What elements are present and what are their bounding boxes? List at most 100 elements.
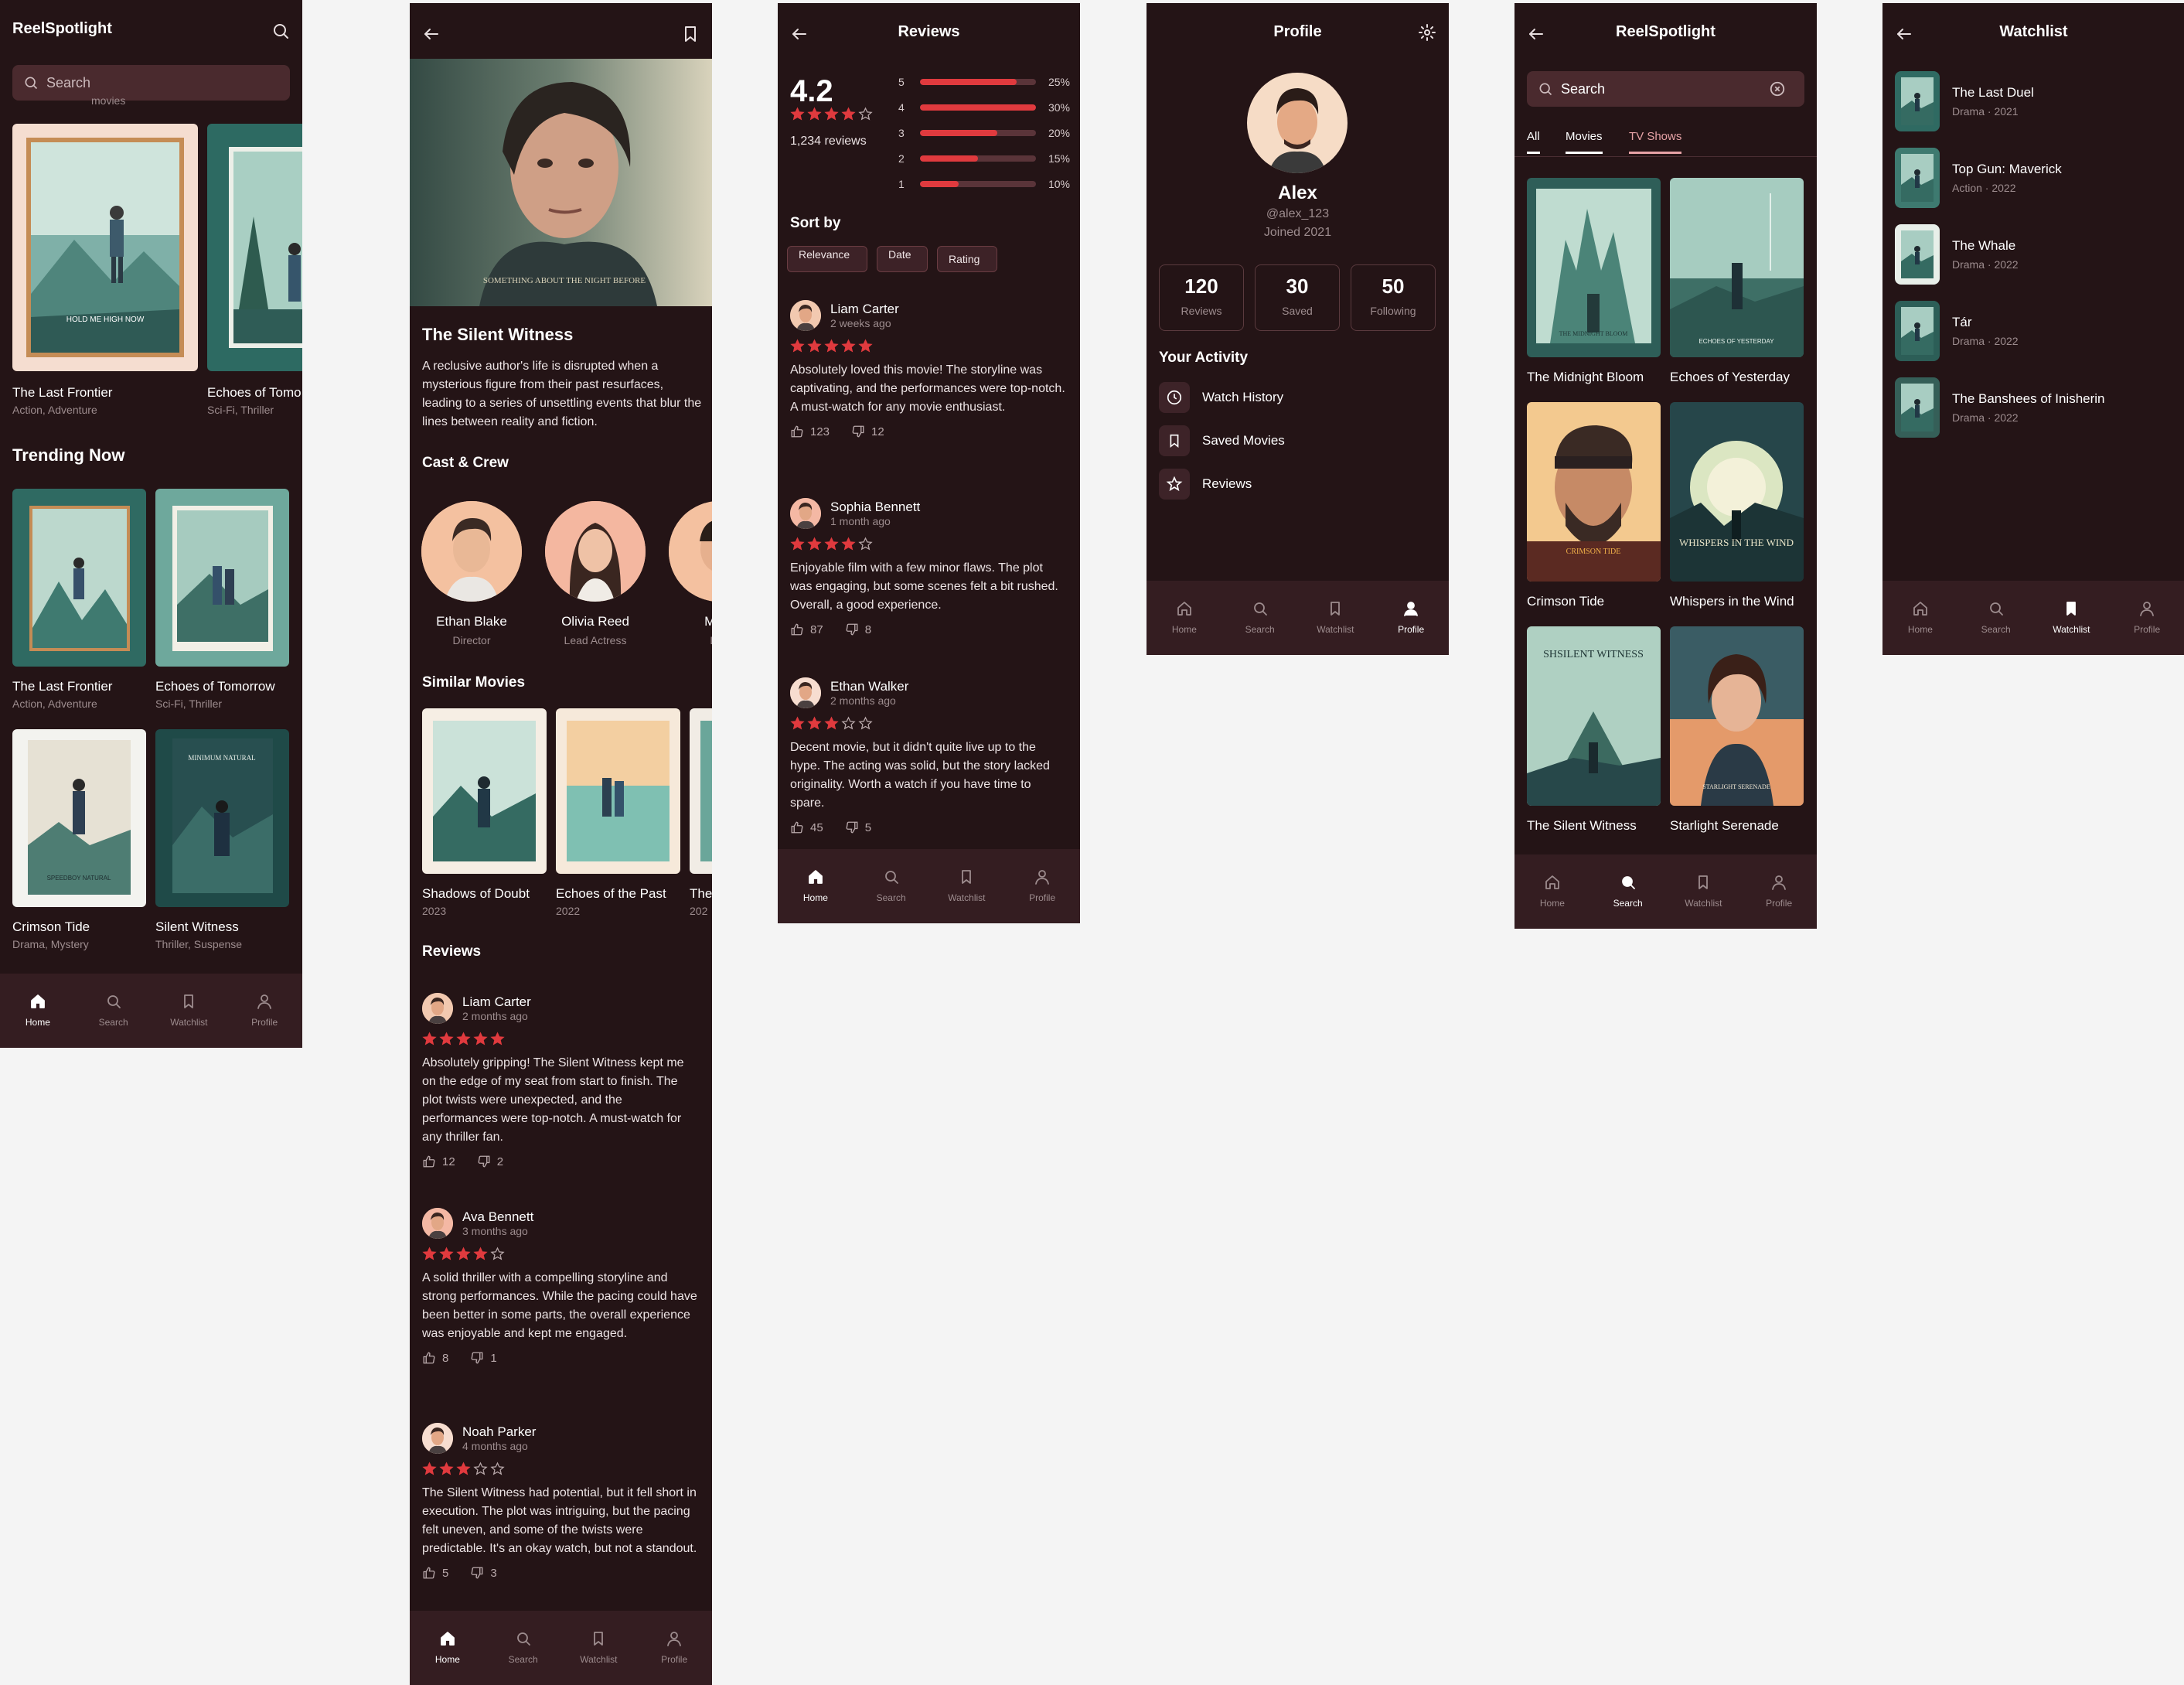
avatar[interactable] [422, 1423, 453, 1454]
nav-watchlist[interactable]: Watchlist [929, 849, 1005, 923]
like-button[interactable]: 5 [422, 1566, 448, 1580]
nav-search[interactable]: Search [1222, 581, 1298, 655]
watchlist-item[interactable]: The Whale Drama · 2022 [1895, 224, 2172, 285]
tab-movies[interactable]: Movies [1566, 130, 1603, 154]
nav-home[interactable]: Home [778, 849, 853, 923]
average-rating: 4.2 [790, 74, 833, 108]
nav-watchlist[interactable]: Watchlist [2034, 581, 2110, 655]
similar-poster-3[interactable] [690, 708, 712, 874]
trending-poster-2[interactable] [155, 489, 289, 667]
card-genres: Sci-Fi, Thriller [155, 698, 223, 710]
back-arrow-icon[interactable] [421, 23, 442, 45]
dislike-button[interactable]: 8 [845, 622, 871, 636]
profile-joined: Joined 2021 [1263, 226, 1332, 239]
avatar[interactable] [790, 300, 821, 331]
gear-icon[interactable] [1416, 22, 1438, 43]
nav-search[interactable]: Search [1958, 581, 2034, 655]
dislike-button[interactable]: 12 [851, 425, 884, 438]
cast-member[interactable]: Ethan Blake Director [417, 501, 526, 646]
nav-search[interactable]: Search [853, 849, 929, 923]
nav-profile[interactable]: Profile [2109, 581, 2184, 655]
tab-tv-shows[interactable]: TV Shows [1629, 130, 1682, 154]
cast-name: Ethan Blake [436, 614, 507, 629]
reviews-item[interactable]: Reviews [1159, 469, 1252, 500]
avatar[interactable] [790, 677, 821, 708]
stat-reviews[interactable]: 120 Reviews [1159, 264, 1244, 331]
like-button[interactable]: 87 [790, 622, 823, 636]
result-poster[interactable]: STARLIGHT SERENADE [1670, 626, 1804, 806]
search-icon[interactable] [270, 20, 291, 42]
watch-history-item[interactable]: Watch History [1159, 382, 1283, 413]
result-poster[interactable]: THE MIDNIGHT BLOOM [1527, 178, 1661, 357]
nav-home[interactable]: Home [1882, 581, 1958, 655]
nav-watchlist[interactable]: Watchlist [1666, 854, 1742, 929]
featured-poster-1[interactable]: HOLD ME HIGH NOW [12, 124, 198, 371]
nav-home[interactable]: Home [1514, 854, 1590, 929]
trending-poster-3[interactable]: SPEEDBOY NATURAL [12, 729, 146, 907]
avatar[interactable] [1247, 73, 1348, 173]
watchlist-item[interactable]: Top Gun: Maverick Action · 2022 [1895, 148, 2172, 208]
nav-label: Home [1539, 898, 1565, 909]
trending-poster-1[interactable] [12, 489, 146, 667]
search-input[interactable]: Search [1527, 71, 1804, 107]
dislike-button[interactable]: 2 [477, 1155, 503, 1168]
nav-profile[interactable]: Profile [1004, 849, 1080, 923]
like-button[interactable]: 123 [790, 425, 830, 438]
dislike-button[interactable]: 3 [470, 1566, 497, 1580]
avatar[interactable] [422, 1208, 453, 1239]
watchlist-item[interactable]: Tár Drama · 2022 [1895, 301, 2172, 361]
nav-search[interactable]: Search [76, 974, 152, 1048]
like-button[interactable]: 45 [790, 820, 823, 834]
nav-profile[interactable]: Profile [1741, 854, 1817, 929]
similar-poster-2[interactable] [556, 708, 680, 874]
nav-home[interactable]: Home [1147, 581, 1222, 655]
sort-relevance-chip[interactable]: Relevance [787, 246, 867, 272]
stat-saved[interactable]: 30 Saved [1255, 264, 1340, 331]
result-poster[interactable]: ECHOES OF YESTERDAY [1670, 178, 1804, 357]
avatar[interactable] [422, 993, 453, 1024]
sort-rating-chip[interactable]: Rating [937, 246, 997, 272]
result-poster[interactable]: SHSILENT WITNESS [1527, 626, 1661, 806]
nav-watchlist[interactable]: Watchlist [152, 974, 227, 1048]
bookmark-icon[interactable] [680, 23, 701, 45]
featured-poster-2[interactable] [207, 124, 302, 371]
watchlist-title: The Whale [1952, 238, 2016, 253]
nav-watchlist[interactable]: Watchlist [561, 1611, 637, 1685]
dislike-button[interactable]: 1 [470, 1351, 497, 1365]
nav-profile[interactable]: Profile [636, 1611, 712, 1685]
nav-search[interactable]: Search [1590, 854, 1666, 929]
search-input[interactable]: Search [12, 65, 290, 101]
result-poster[interactable]: CRIMSON TIDE [1527, 402, 1661, 582]
reviewer-name: Noah Parker [462, 1424, 537, 1439]
like-button[interactable]: 12 [422, 1155, 455, 1168]
stat-following[interactable]: 50 Following [1351, 264, 1436, 331]
nav-search[interactable]: Search [486, 1611, 561, 1685]
tab-all[interactable]: All [1527, 130, 1540, 154]
reviewer-name: Sophia Bennett [830, 500, 921, 514]
dislike-button[interactable]: 5 [845, 820, 871, 834]
nav-home[interactable]: Home [410, 1611, 486, 1685]
watchlist-item[interactable]: The Last Duel Drama · 2021 [1895, 71, 2172, 131]
cast-member[interactable]: Olivia Reed Lead Actress [541, 501, 649, 646]
sort-date-chip[interactable]: Date [877, 246, 928, 272]
similar-poster-1[interactable] [422, 708, 547, 874]
cast-member[interactable]: Marc Lea [665, 501, 712, 646]
nav-home[interactable]: Home [0, 974, 76, 1048]
avatar[interactable] [790, 498, 821, 529]
thumbs-down-icon [852, 425, 864, 438]
watchlist-item[interactable]: The Banshees of Inisherin Drama · 2022 [1895, 377, 2172, 438]
poster-text: SPEEDBOY NATURAL [47, 875, 111, 882]
result-poster[interactable]: WHISPERS IN THE WIND [1670, 402, 1804, 582]
nav-profile[interactable]: Profile [1373, 581, 1449, 655]
nav-profile[interactable]: Profile [227, 974, 302, 1048]
card-title: The Last Frontier [12, 679, 113, 694]
saved-movies-item[interactable]: Saved Movies [1159, 425, 1285, 456]
home-icon [1545, 875, 1559, 889]
star-icon [858, 339, 873, 353]
review-time: 3 months ago [462, 1225, 528, 1237]
clear-icon[interactable] [1769, 80, 1786, 97]
nav-watchlist[interactable]: Watchlist [1298, 581, 1374, 655]
rating-bar-fill [920, 181, 959, 187]
like-button[interactable]: 8 [422, 1351, 448, 1365]
trending-poster-4[interactable]: MINIMUM NATURAL [155, 729, 289, 907]
